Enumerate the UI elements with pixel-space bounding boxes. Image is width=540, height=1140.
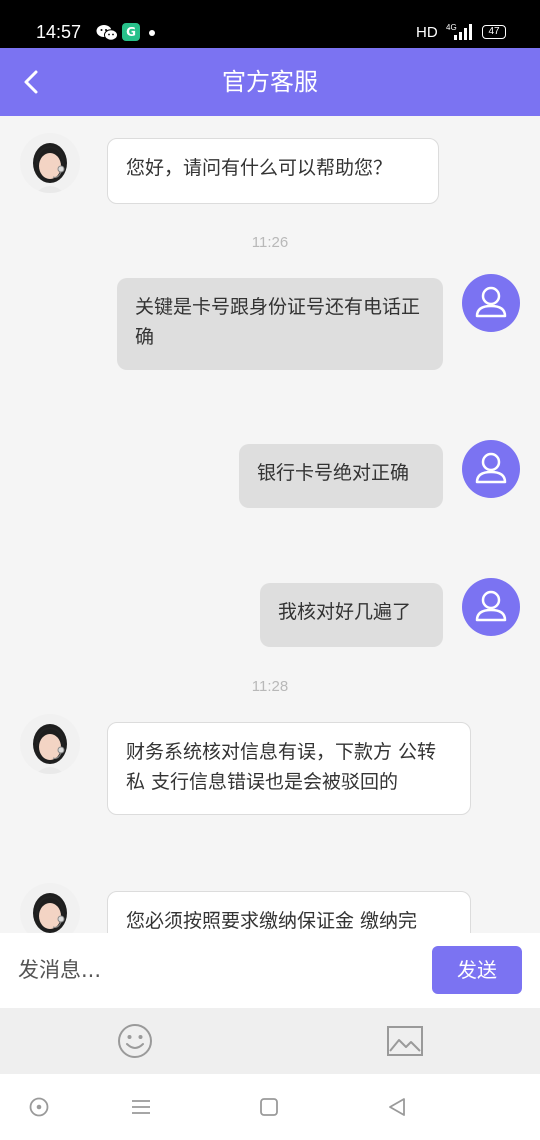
back-triangle-icon[interactable] <box>386 1096 408 1118</box>
wechat-icon <box>96 25 118 41</box>
signal-icon: 4G <box>446 23 472 40</box>
user-avatar <box>462 440 520 498</box>
user-icon <box>475 590 507 622</box>
smiley-icon[interactable] <box>117 1023 153 1059</box>
svg-text:4G: 4G <box>446 23 457 32</box>
agent-avatar <box>20 133 80 193</box>
status-time: 14:57 <box>36 22 82 42</box>
message-bubble[interactable]: 我核对好几遍了 <box>260 583 443 647</box>
message-bubble[interactable]: 您好，请问有什么可以帮助您？ <box>107 138 439 204</box>
agent-photo-icon <box>20 883 80 933</box>
menu-icon[interactable] <box>130 1096 152 1118</box>
page-title: 官方客服 <box>222 68 318 96</box>
title-bar: 官方客服 <box>0 48 540 116</box>
assistant-icon[interactable] <box>28 1096 50 1118</box>
message-bubble[interactable]: 财务系统核对信息有误，下款方 公转私 支行信息错误也是会被驳回的 <box>107 722 471 815</box>
notification-dot-icon <box>149 30 155 36</box>
user-icon <box>475 286 507 318</box>
chat-area[interactable]: 您好，请问有什么可以帮助您？ 11:26 关键是卡号跟身份证号还有电话正确 银行… <box>0 116 540 933</box>
agent-photo-icon <box>20 714 80 774</box>
status-bar: 14:57 G HD 4G 47 <box>0 0 540 48</box>
user-avatar <box>462 578 520 636</box>
message-bubble[interactable]: 您必须按照要求缴纳保证金 缴纳完 <box>107 891 471 933</box>
timestamp: 11:26 <box>251 234 289 251</box>
agent-avatar <box>20 883 80 933</box>
user-avatar <box>462 274 520 332</box>
timestamp: 11:28 <box>251 678 289 695</box>
agent-avatar <box>20 714 80 774</box>
message-bubble[interactable]: 关键是卡号跟身份证号还有电话正确 <box>117 278 443 370</box>
image-icon[interactable] <box>387 1026 423 1056</box>
composer-bar: 发送 <box>0 933 540 1008</box>
send-button[interactable]: 发送 <box>432 946 522 994</box>
system-nav-bar <box>0 1074 540 1140</box>
user-icon <box>475 452 507 484</box>
hd-indicator: HD <box>416 24 438 41</box>
composer-toolbar <box>0 1008 540 1074</box>
back-arrow-icon[interactable] <box>18 66 46 98</box>
app-notification-icon: G <box>122 23 140 41</box>
home-square-icon[interactable] <box>258 1096 280 1118</box>
message-input[interactable] <box>6 945 416 995</box>
agent-photo-icon <box>20 133 80 193</box>
battery-indicator: 47 <box>482 25 506 39</box>
message-bubble[interactable]: 银行卡号绝对正确 <box>239 444 443 508</box>
